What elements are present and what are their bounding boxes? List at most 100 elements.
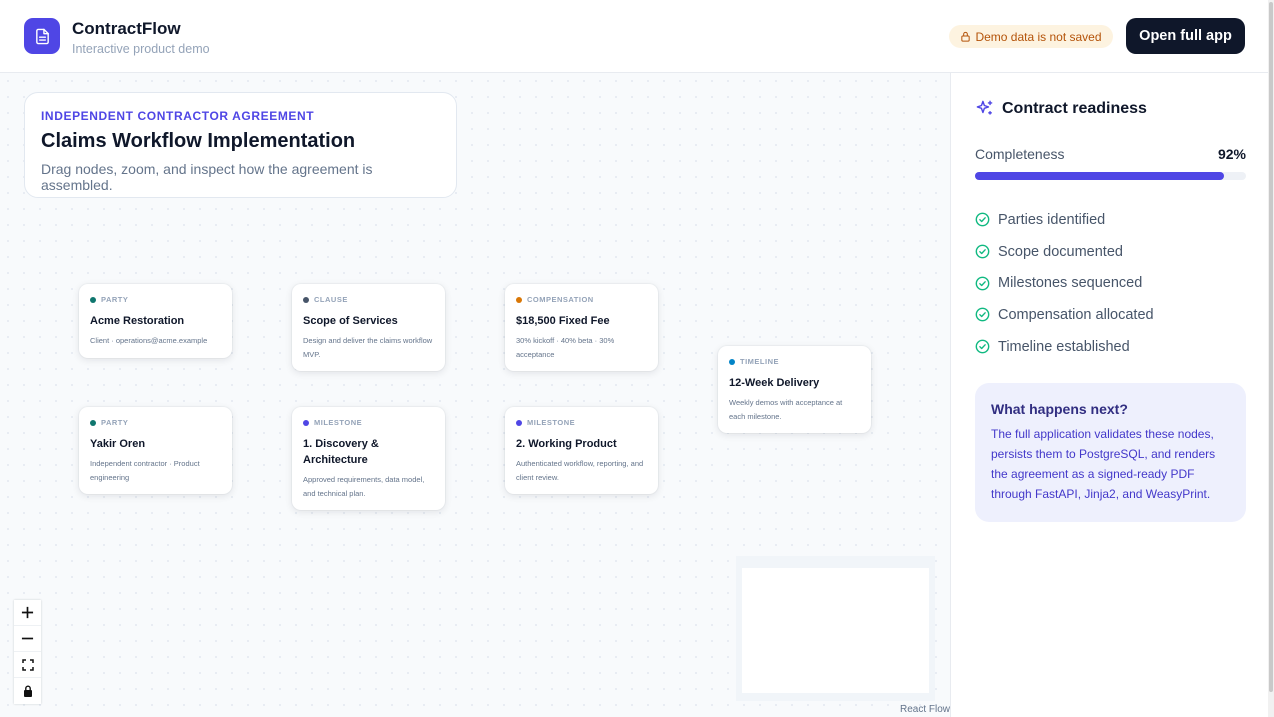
fit-view-icon	[21, 658, 34, 671]
app-subtitle: Interactive product demo	[72, 42, 210, 56]
node-description: Approved requirements, data model, and t…	[303, 475, 425, 498]
node-milestone-1[interactable]: MILESTONE 1. Discovery & Architecture Ap…	[292, 407, 445, 510]
completeness-progress-bar	[975, 172, 1246, 180]
node-party-contractor[interactable]: PARTY Yakir Oren Independent contractor …	[79, 407, 232, 494]
node-compensation[interactable]: COMPENSATION $18,500 Fixed Fee 30% kicko…	[505, 284, 658, 371]
node-title: 12-Week Delivery	[729, 377, 820, 389]
readiness-panel: Contract readiness Completeness 92% Part…	[950, 73, 1268, 717]
node-type-label: PARTY	[101, 418, 129, 427]
node-type: MILESTONE	[303, 418, 434, 427]
node-type-label: MILESTONE	[314, 418, 363, 427]
check-circle-icon	[975, 244, 990, 259]
open-full-app-button[interactable]: Open full app	[1126, 18, 1245, 54]
app: ContractFlow Interactive product demo De…	[0, 0, 1274, 717]
node-description: 30% kickoff · 40% beta · 30% acceptance	[516, 336, 615, 359]
zoom-out-button[interactable]	[14, 626, 41, 652]
app-name: ContractFlow	[72, 19, 181, 38]
node-description: Weekly demos with acceptance at each mil…	[729, 398, 843, 421]
node-milestone-2[interactable]: MILESTONE 2. Working Product Authenticat…	[505, 407, 658, 494]
next-steps-body: The full application validates these nod…	[991, 427, 1216, 501]
completeness-progress-fill	[975, 172, 1225, 180]
node-type: COMPENSATION	[516, 295, 647, 304]
plus-icon	[21, 606, 34, 619]
node-description: Client · operations@acme.example	[90, 336, 208, 345]
agreement-title-card: INDEPENDENT CONTRACTOR AGREEMENT Claims …	[24, 92, 457, 198]
zoom-in-button[interactable]	[14, 600, 41, 626]
checklist-item: Parties identified	[975, 204, 1154, 236]
checklist-item-label: Milestones sequenced	[998, 275, 1143, 292]
node-type: MILESTONE	[516, 418, 647, 427]
lock-icon	[961, 31, 971, 42]
completeness-row: Completeness 92%	[975, 146, 1246, 162]
minimap-viewport[interactable]	[742, 568, 929, 693]
panel-title: Contract readiness	[1002, 99, 1147, 117]
node-type-label: TIMELINE	[740, 357, 779, 366]
brand: ContractFlow Interactive product demo	[72, 19, 210, 57]
node-type-label: MILESTONE	[527, 418, 576, 427]
node-clause-scope[interactable]: CLAUSE Scope of Services Design and deli…	[292, 284, 445, 371]
top-bar: ContractFlow Interactive product demo De…	[0, 0, 1274, 73]
agreement-description: Drag nodes, zoom, and inspect how the ag…	[41, 161, 373, 193]
node-type-label: CLAUSE	[314, 295, 348, 304]
flow-canvas[interactable]: INDEPENDENT CONTRACTOR AGREEMENT Claims …	[0, 73, 950, 717]
node-description: Design and deliver the claims workflow M…	[303, 336, 433, 359]
agreement-title: Claims Workflow Implementation	[41, 130, 356, 152]
document-icon	[35, 28, 49, 44]
scrollbar-thumb[interactable]	[1269, 2, 1273, 692]
node-type: TIMELINE	[729, 357, 860, 366]
flow-controls	[14, 600, 41, 704]
fit-view-button[interactable]	[14, 652, 41, 678]
checklist-item-label: Compensation allocated	[998, 306, 1154, 323]
node-type-dot	[516, 419, 522, 426]
node-type-label: COMPENSATION	[527, 295, 594, 304]
check-circle-icon	[975, 308, 990, 322]
lock-icon	[23, 685, 32, 697]
node-title: $18,500 Fixed Fee	[516, 315, 610, 327]
node-timeline[interactable]: TIMELINE 12-Week Delivery Weekly demos w…	[718, 346, 871, 433]
completeness-label: Completeness	[975, 146, 1065, 162]
check-circle-icon	[975, 339, 990, 354]
readiness-checklist: Parties identified Scope documented Mile…	[975, 204, 1154, 362]
lock-toggle-button[interactable]	[14, 678, 41, 704]
react-flow-attribution[interactable]: React Flow	[900, 704, 950, 715]
node-title: Acme Restoration	[90, 315, 185, 327]
checklist-item-label: Timeline established	[998, 338, 1130, 355]
node-type-dot	[303, 296, 309, 303]
checklist-item-label: Parties identified	[998, 211, 1106, 228]
minimap[interactable]	[736, 556, 935, 701]
node-type: CLAUSE	[303, 295, 434, 304]
demo-badge: Demo data is not saved	[949, 25, 1113, 48]
node-type-dot	[90, 419, 96, 426]
panel-header: Contract readiness	[975, 99, 1147, 118]
checklist-item-label: Scope documented	[998, 243, 1123, 260]
node-description: Authenticated workflow, reporting, and c…	[516, 459, 644, 482]
node-title: 1. Discovery & Architecture	[303, 438, 379, 466]
node-type-dot	[729, 358, 735, 365]
node-type: PARTY	[90, 295, 221, 304]
checklist-item: Scope documented	[975, 236, 1154, 268]
page-scrollbar[interactable]	[1268, 0, 1274, 717]
check-circle-icon	[975, 212, 990, 227]
checklist-item: Compensation allocated	[975, 299, 1154, 331]
check-circle-icon	[975, 276, 990, 291]
sparkles-icon	[976, 100, 993, 115]
node-type-dot	[90, 296, 96, 303]
node-title: Yakir Oren	[90, 438, 146, 450]
node-title: Scope of Services	[303, 315, 398, 327]
checklist-item: Timeline established	[975, 331, 1154, 363]
next-steps-heading: What happens next?	[991, 401, 1128, 417]
node-type-dot	[516, 296, 522, 303]
node-type-dot	[303, 419, 309, 426]
node-title: 2. Working Product	[516, 438, 617, 450]
node-type: PARTY	[90, 418, 221, 427]
node-description: Independent contractor · Product enginee…	[90, 459, 200, 482]
node-party-acme[interactable]: PARTY Acme Restoration Client · operatio…	[79, 284, 232, 358]
checklist-item: Milestones sequenced	[975, 267, 1154, 299]
agreement-type: INDEPENDENT CONTRACTOR AGREEMENT	[41, 109, 315, 123]
next-steps-card: What happens next? The full application …	[975, 383, 1246, 522]
minus-icon	[21, 637, 34, 640]
app-logo	[24, 18, 60, 54]
demo-badge-label: Demo data is not saved	[975, 29, 1102, 44]
completeness-value: 92%	[1217, 146, 1246, 162]
node-type-label: PARTY	[101, 295, 129, 304]
